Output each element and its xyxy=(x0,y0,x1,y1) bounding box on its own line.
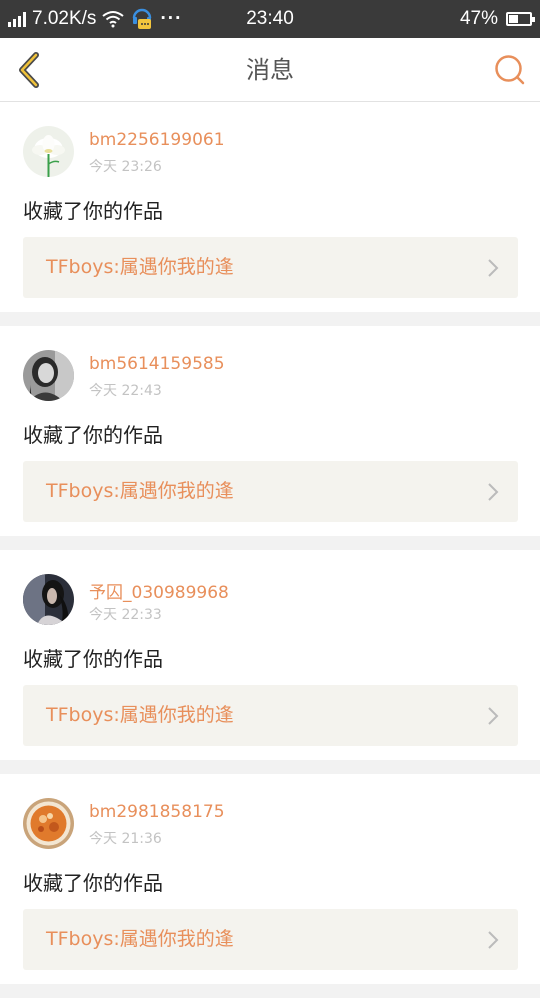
chevron-right-icon xyxy=(488,931,499,949)
username-link[interactable]: bm5614159585 xyxy=(89,354,225,374)
notification-app-icon xyxy=(133,8,152,29)
status-bar: 7.02K/s ··· 23:40 47% xyxy=(0,0,540,38)
user-avatar[interactable] xyxy=(23,126,74,177)
signal-icon xyxy=(8,11,26,27)
message-time: 今天 22:43 xyxy=(89,383,162,399)
message-card: bm5614159585 今天 22:43 收藏了你的作品 TFboys:属遇你… xyxy=(0,326,540,536)
message-time: 今天 22:33 xyxy=(89,607,162,623)
status-left: 7.02K/s ··· xyxy=(8,0,182,38)
work-link[interactable]: TFboys:属遇你我的逢 xyxy=(23,237,518,298)
message-card: bm2256199061 今天 23:26 收藏了你的作品 TFboys:属遇你… xyxy=(0,102,540,312)
wifi-icon xyxy=(102,11,125,28)
status-right: 47% xyxy=(459,0,535,38)
chevron-right-icon xyxy=(488,483,499,501)
work-link[interactable]: TFboys:属遇你我的逢 xyxy=(23,909,518,970)
message-text: 收藏了你的作品 xyxy=(23,647,163,671)
message-card: bm2981858175 今天 21:36 收藏了你的作品 TFboys:属遇你… xyxy=(0,774,540,984)
battery-icon xyxy=(506,12,535,26)
message-text: 收藏了你的作品 xyxy=(23,199,163,223)
username-link[interactable]: bm2981858175 xyxy=(89,802,225,822)
message-list: bm2256199061 今天 23:26 收藏了你的作品 TFboys:属遇你… xyxy=(0,102,540,998)
search-button[interactable] xyxy=(492,52,528,88)
work-title: TFboys:属遇你我的逢 xyxy=(46,480,234,502)
chevron-right-icon xyxy=(488,707,499,725)
nav-bar: 消息 xyxy=(0,38,540,102)
username-link[interactable]: 予囚_030989968 xyxy=(89,578,229,603)
username-link[interactable]: bm2256199061 xyxy=(89,130,225,150)
work-title: TFboys:属遇你我的逢 xyxy=(46,704,234,726)
message-text: 收藏了你的作品 xyxy=(23,423,163,447)
battery-percent: 47% xyxy=(459,8,498,29)
message-text: 收藏了你的作品 xyxy=(23,871,163,895)
more-notifications-icon: ··· xyxy=(160,8,183,29)
work-title: TFboys:属遇你我的逢 xyxy=(46,928,234,950)
battery-level xyxy=(509,15,518,23)
work-link[interactable]: TFboys:属遇你我的逢 xyxy=(23,461,518,522)
page-title: 消息 xyxy=(246,56,294,84)
work-title: TFboys:属遇你我的逢 xyxy=(46,256,234,278)
network-speed: 7.02K/s xyxy=(32,8,97,29)
chevron-right-icon xyxy=(488,259,499,277)
work-link[interactable]: TFboys:属遇你我的逢 xyxy=(23,685,518,746)
user-avatar[interactable] xyxy=(23,798,74,849)
message-time: 今天 23:26 xyxy=(89,159,162,175)
message-time: 今天 21:36 xyxy=(89,831,162,847)
user-avatar[interactable] xyxy=(23,350,74,401)
message-card: 予囚_030989968 今天 22:33 收藏了你的作品 TFboys:属遇你… xyxy=(0,550,540,760)
user-avatar[interactable] xyxy=(23,574,74,625)
